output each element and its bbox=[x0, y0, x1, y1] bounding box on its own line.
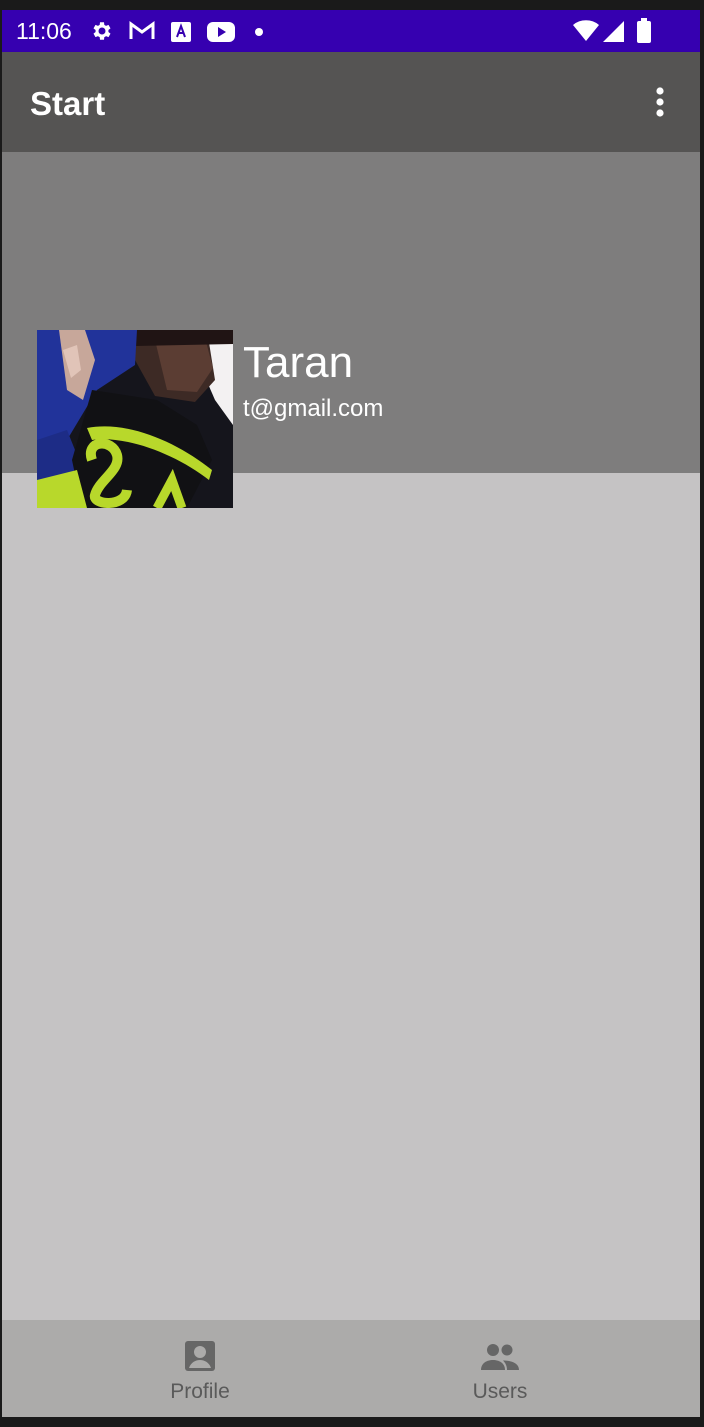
font-a-icon bbox=[171, 22, 191, 42]
bottom-navigation: Profile Users bbox=[2, 1320, 700, 1417]
gmail-icon bbox=[129, 21, 155, 39]
people-icon bbox=[481, 1344, 519, 1370]
nav-item-users[interactable]: Users bbox=[400, 1320, 600, 1417]
profile-photo bbox=[37, 330, 233, 508]
dot-icon bbox=[255, 28, 263, 36]
youtube-icon bbox=[207, 22, 235, 42]
profile-avatar bbox=[37, 330, 233, 508]
nav-label-profile: Profile bbox=[170, 1380, 230, 1403]
cellular-signal-icon bbox=[603, 21, 624, 42]
app-screen: 11:06 Start Taran t@gmail.com Profile Us… bbox=[2, 10, 700, 1417]
status-bar: 11:06 bbox=[2, 10, 700, 52]
account-box-icon bbox=[185, 1341, 215, 1371]
user-name: Taran bbox=[243, 338, 354, 387]
more-vert-icon bbox=[656, 87, 664, 117]
nav-item-profile[interactable]: Profile bbox=[100, 1320, 300, 1417]
app-bar-title: Start bbox=[30, 85, 106, 122]
gear-icon bbox=[93, 22, 111, 40]
wifi-icon bbox=[573, 20, 599, 41]
app-bar: Start bbox=[2, 52, 700, 152]
nav-label-users: Users bbox=[472, 1380, 528, 1403]
battery-icon bbox=[637, 18, 651, 43]
status-time: 11:06 bbox=[16, 18, 72, 44]
user-email: t@gmail.com bbox=[243, 395, 384, 422]
overflow-menu-button[interactable] bbox=[642, 80, 678, 124]
